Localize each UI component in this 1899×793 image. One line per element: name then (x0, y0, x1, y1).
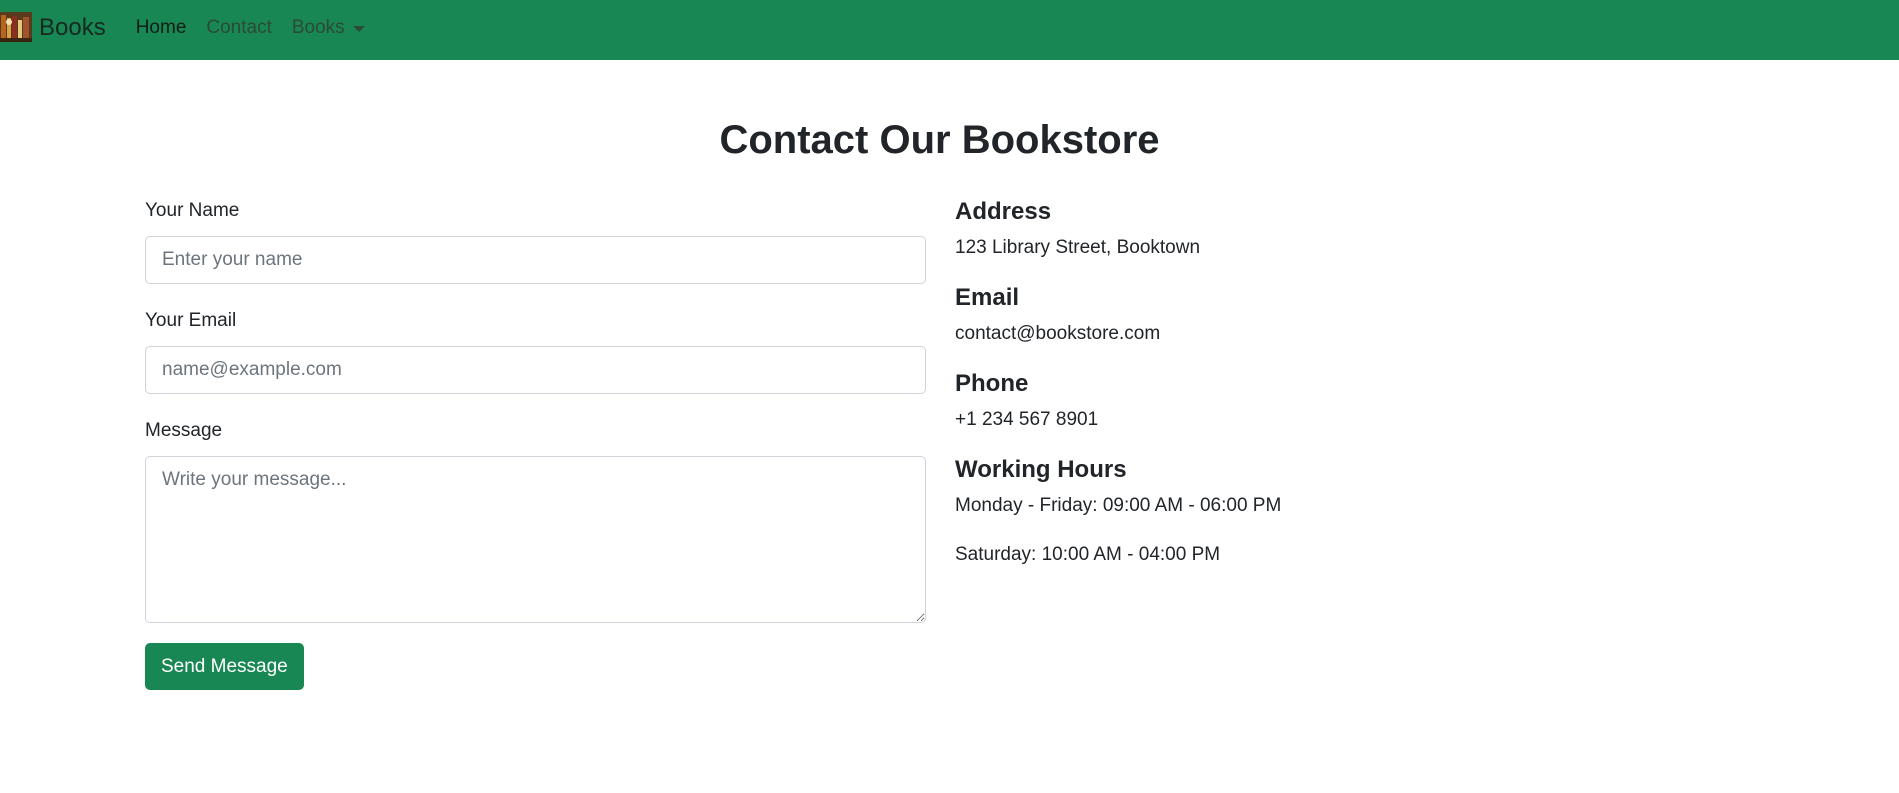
page-title: Contact Our Bookstore (719, 118, 1160, 162)
address-heading: Address (955, 198, 1052, 225)
nav-dropdown-books-label: Books (291, 16, 345, 38)
books-logo-icon (0, 12, 32, 42)
nav-dropdown-books[interactable]: Books (292, 17, 365, 39)
message-textarea[interactable] (145, 456, 926, 623)
phone-text: +1 234 567 8901 (955, 409, 1099, 430)
phone-heading: Phone (955, 370, 1029, 397)
email-heading: Email (955, 284, 1020, 311)
caret-down-icon (352, 25, 365, 32)
send-message-button[interactable]: Send Message (145, 643, 304, 690)
email-text: contact@bookstore.com (955, 323, 1161, 344)
email-label: Your Email (145, 310, 237, 331)
navbar: Books Home Contact Books (0, 0, 1899, 60)
name-label: Your Name (145, 200, 240, 221)
message-label: Message (145, 420, 223, 441)
nav-link-contact[interactable]: Contact (206, 17, 271, 39)
contact-form: Your Name Your Email Message Send Messag… (145, 200, 926, 690)
address-text: 123 Library Street, Booktown (955, 237, 1201, 258)
nav-link-home[interactable]: Home (136, 17, 187, 39)
brand-name: Books (39, 14, 106, 41)
name-input[interactable] (145, 236, 926, 284)
hours-heading: Working Hours (955, 456, 1127, 483)
contact-info: Address 123 Library Street, Booktown Ema… (955, 198, 1655, 593)
brand-link[interactable]: Books (0, 0, 106, 60)
email-input[interactable] (145, 346, 926, 394)
hours-weekdays: Monday - Friday: 09:00 AM - 06:00 PM (955, 495, 1282, 516)
hours-saturday: Saturday: 10:00 AM - 04:00 PM (955, 544, 1221, 565)
